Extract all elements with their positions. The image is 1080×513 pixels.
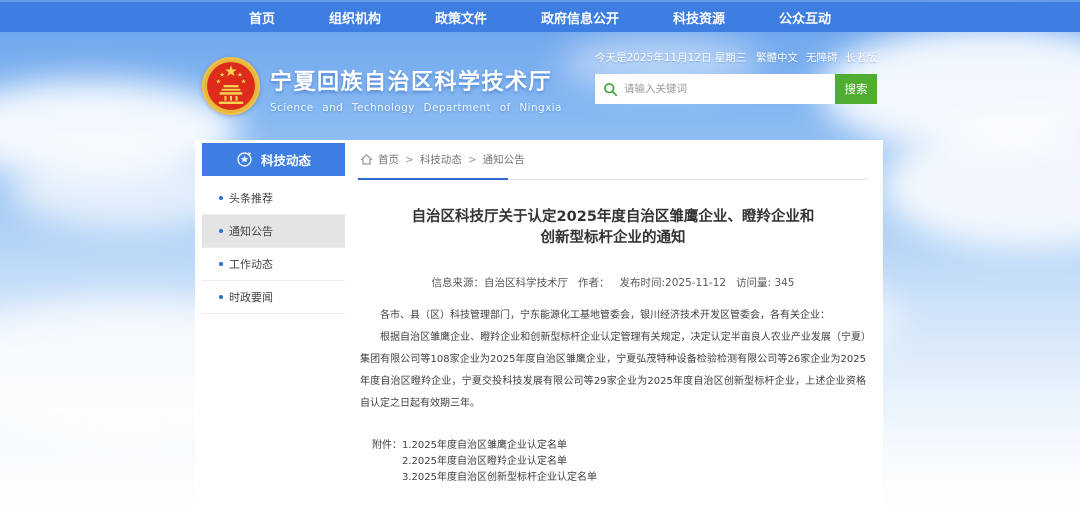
- sidebar-menu-item[interactable]: 头条推荐: [202, 182, 345, 215]
- breadcrumb-rule: [358, 178, 868, 180]
- search-input[interactable]: [624, 83, 827, 95]
- breadcrumb-link[interactable]: 通知公告: [483, 152, 525, 167]
- sidebar-menu-label: 工作动态: [229, 256, 273, 272]
- attachment-link[interactable]: 1.2025年度自治区雏鹰企业认定名单: [402, 438, 597, 454]
- meta-author: 作者：: [578, 277, 610, 289]
- article-paragraph: 根据自治区雏鹰企业、瞪羚企业和创新型标杆企业认定管理有关规定，决定认定半亩良人农…: [360, 327, 866, 415]
- page: 首页 组织机构 政策文件 政府信息公开 科技资源 公众互动: [0, 0, 1080, 513]
- sidebar-menu-label: 头条推荐: [229, 190, 273, 206]
- nav-item[interactable]: 政府信息公开: [541, 8, 619, 27]
- search-box: [595, 74, 835, 104]
- tech-news-icon: [236, 151, 253, 168]
- lang-links: 繁體中文 无障碍 长者版: [756, 50, 877, 65]
- meta-source: 信息来源：自治区科学技术厅: [432, 277, 569, 289]
- site-header: 宁夏回族自治区科学技术厅 Science and Technology Depa…: [0, 32, 1080, 140]
- lang-link[interactable]: 繁體中文: [756, 50, 798, 65]
- breadcrumb-item: 首页 >: [378, 152, 420, 167]
- breadcrumb-separator: >: [468, 154, 477, 166]
- sidebar-menu: 头条推荐 通知公告 工作动态 时政要闻: [202, 182, 345, 314]
- breadcrumb-item: 通知公告 >: [483, 152, 525, 167]
- bullet-icon: [219, 196, 223, 200]
- sidebar-menu-item[interactable]: 时政要闻: [202, 281, 345, 314]
- search-icon: [603, 82, 618, 97]
- nav-item[interactable]: 组织机构: [329, 8, 381, 27]
- breadcrumb: 首页 > 科技动态 > 通知公告 >: [358, 144, 868, 178]
- bullet-icon: [219, 295, 223, 299]
- search-button[interactable]: 搜索: [835, 74, 877, 104]
- site-subtitle: Science and Technology Department of Nin…: [270, 102, 562, 114]
- sidebar-title: 科技动态: [261, 150, 311, 169]
- attachment-link[interactable]: 3.2025年度自治区创新型标杆企业认定名单: [402, 470, 597, 486]
- meta-views: 访问量: 345: [736, 277, 794, 289]
- sidebar-header: 科技动态: [202, 143, 345, 176]
- date-text: 今天是2025年11月12日 星期三: [595, 50, 746, 65]
- article-body: 各市、县（区）科技管理部门，宁东能源化工基地管委会，银川经济技术开发区管委会，各…: [358, 305, 868, 415]
- sidebar-menu-item[interactable]: 通知公告: [202, 215, 345, 248]
- sidebar-menu-item[interactable]: 工作动态: [202, 248, 345, 281]
- home-icon: [360, 153, 373, 166]
- content-card: 科技动态 头条推荐 通知公告 工作动态: [195, 140, 883, 513]
- lang-link[interactable]: 长者版: [846, 50, 878, 65]
- breadcrumb-item: 科技动态 >: [420, 152, 483, 167]
- nav-item[interactable]: 政策文件: [435, 8, 487, 27]
- date-row: 今天是2025年11月12日 星期三 繁體中文 无障碍 长者版: [595, 50, 877, 65]
- sidebar: 科技动态 头条推荐 通知公告 工作动态: [202, 143, 345, 314]
- attachment-list: 1.2025年度自治区雏鹰企业认定名单 2.2025年度自治区瞪羚企业认定名单 …: [402, 438, 597, 486]
- attachment-link[interactable]: 2.2025年度自治区瞪羚企业认定名单: [402, 454, 597, 470]
- site-title-block: 宁夏回族自治区科学技术厅 Science and Technology Depa…: [270, 56, 562, 114]
- breadcrumb-items: 首页 > 科技动态 > 通知公告 >: [378, 152, 525, 167]
- article: 首页 > 科技动态 > 通知公告 >: [358, 144, 868, 486]
- sidebar-menu-label: 通知公告: [229, 223, 273, 239]
- bullet-icon: [219, 229, 223, 233]
- lang-link[interactable]: 无障碍: [806, 50, 838, 65]
- site-title: 宁夏回族自治区科学技术厅: [270, 64, 562, 96]
- attachments-label: 附件：: [372, 438, 402, 486]
- breadcrumb-link[interactable]: 首页: [378, 152, 399, 167]
- search-bar: 搜索: [595, 74, 877, 104]
- article-paragraph: 各市、县（区）科技管理部门，宁东能源化工基地管委会，银川经济技术开发区管委会，各…: [360, 305, 866, 327]
- article-title: 自治区科技厅关于认定2025年度自治区雏鹰企业、瞪羚企业和创新型标杆企业的通知: [407, 207, 819, 249]
- header-right: 今天是2025年11月12日 星期三 繁體中文 无障碍 长者版: [595, 50, 877, 104]
- sidebar-menu-label: 时政要闻: [229, 289, 273, 305]
- nav-item[interactable]: 科技资源: [673, 8, 725, 27]
- meta-published: 发布时间:2025-11-12: [620, 277, 727, 289]
- nav-item[interactable]: 首页: [249, 8, 275, 27]
- top-navigation: 首页 组织机构 政策文件 政府信息公开 科技资源 公众互动: [0, 2, 1080, 32]
- attachments: 附件： 1.2025年度自治区雏鹰企业认定名单 2.2025年度自治区瞪羚企业认…: [358, 438, 868, 486]
- nav-item[interactable]: 公众互动: [779, 8, 831, 27]
- bullet-icon: [219, 262, 223, 266]
- breadcrumb-separator: >: [405, 154, 414, 166]
- site-logo-block[interactable]: 宁夏回族自治区科学技术厅 Science and Technology Depa…: [201, 56, 562, 116]
- national-emblem-icon: [201, 56, 261, 116]
- breadcrumb-link[interactable]: 科技动态: [420, 152, 462, 167]
- nav-items: 首页 组织机构 政策文件 政府信息公开 科技资源 公众互动: [0, 2, 1080, 32]
- article-meta: 信息来源：自治区科学技术厅作者： 发布时间:2025-11-12 访问量: 345: [358, 275, 868, 290]
- breadcrumb-underline: [358, 178, 508, 180]
